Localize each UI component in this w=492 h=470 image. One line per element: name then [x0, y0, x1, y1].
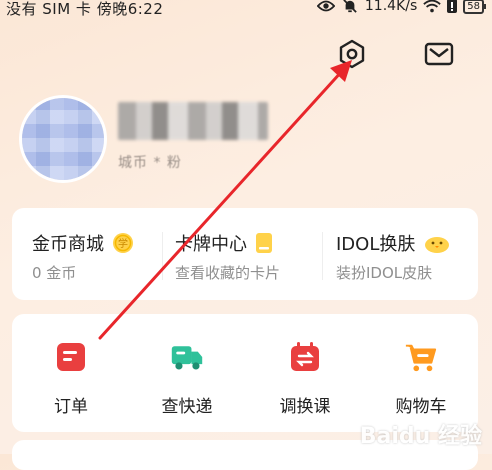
messages-button[interactable]	[421, 36, 457, 72]
swap-calendar-icon	[288, 340, 322, 374]
idol-skin-entry[interactable]: IDOL换肤 装扮IDOL皮肤	[336, 230, 476, 286]
settings-hexagon-icon	[339, 39, 365, 69]
settings-button[interactable]	[334, 36, 370, 72]
divider	[322, 232, 323, 280]
orders-label: 订单	[54, 397, 88, 417]
shopping-cart-icon	[404, 340, 438, 374]
shopping-cart-label: 购物车	[395, 397, 447, 417]
wifi-icon	[423, 0, 441, 13]
user-name-blurred	[118, 102, 268, 140]
swap-class-button[interactable]: 调换课	[260, 340, 350, 417]
orders-button[interactable]: 订单	[26, 340, 116, 417]
order-icon	[54, 340, 88, 374]
alert-icon	[447, 0, 458, 13]
coin-icon: 学	[112, 232, 134, 254]
gold-mall-entry[interactable]: 金币商城 学 0 金币	[32, 230, 162, 286]
user-stats: 城币 * 粉	[118, 155, 182, 171]
gold-mall-title: 金币商城	[32, 234, 104, 255]
profile-section[interactable]: 城币 * 粉	[22, 98, 482, 188]
swap-class-label: 调换课	[279, 397, 331, 417]
status-bar: 没有 SIM 卡 傍晚6:22 11.4K/s 58	[0, 0, 492, 20]
status-carrier-time: 没有 SIM 卡 傍晚6:22	[6, 0, 164, 18]
battery-icon: 58	[463, 0, 486, 14]
card-center-entry[interactable]: 卡牌中心 查看收藏的卡片	[175, 230, 315, 286]
card-center-sub: 查看收藏的卡片	[175, 264, 281, 282]
shortcuts-card: 订单 查快递 调换课 购物车	[12, 314, 478, 432]
idol-skin-sub: 装扮IDOL皮肤	[336, 264, 433, 282]
avatar[interactable]	[22, 98, 104, 180]
mail-icon	[424, 42, 454, 66]
card-center-title: 卡牌中心	[175, 234, 247, 255]
divider	[162, 232, 163, 280]
track-delivery-button[interactable]: 查快递	[142, 340, 232, 417]
coin-label: 学	[118, 237, 128, 250]
network-speed: 11.4K/s	[364, 0, 418, 14]
feature-card: 金币商城 学 0 金币 卡牌中心 查看收藏的卡片 IDOL换肤 装扮IDOL皮肤	[12, 208, 478, 300]
eye-icon	[316, 0, 335, 12]
status-icons: 11.4K/s 58	[316, 0, 486, 14]
shopping-cart-button[interactable]: 购物车	[376, 340, 466, 417]
idol-skin-title: IDOL换肤	[336, 234, 416, 255]
card-icon	[255, 232, 273, 254]
track-delivery-label: 查快递	[161, 397, 213, 417]
gold-balance: 0 金币	[32, 264, 77, 282]
chick-icon	[423, 232, 451, 254]
mute-bell-icon	[343, 0, 357, 13]
baidu-watermark: Baidu 经验	[359, 424, 482, 449]
delivery-truck-icon	[170, 340, 204, 374]
